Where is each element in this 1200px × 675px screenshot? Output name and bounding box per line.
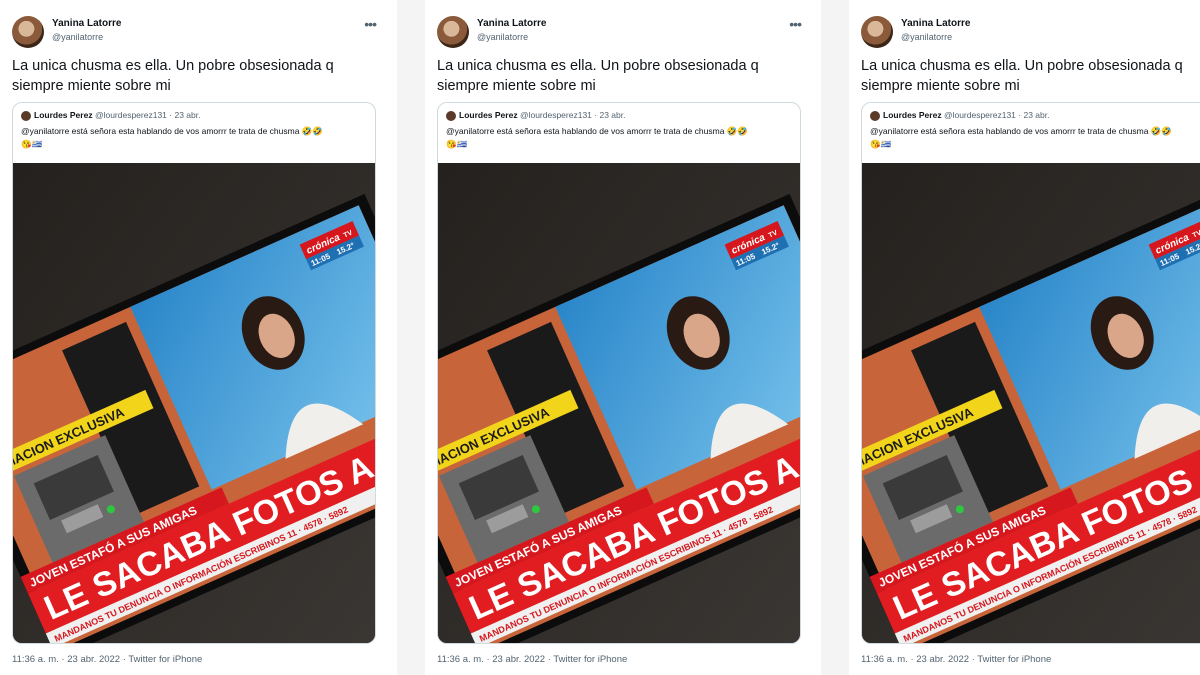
quoted-author-name: Lourdes Perez: [459, 110, 518, 120]
tweet-text-line: La unica chusma es ella. Un pobre obsesi…: [437, 58, 759, 74]
quoted-author-avatar: [446, 110, 456, 121]
tweet-text-line: La unica chusma es ella. Un pobre obsesi…: [12, 58, 334, 74]
author-avatar[interactable]: [437, 16, 469, 48]
ellipsis-icon[interactable]: •••: [789, 16, 802, 32]
quoted-author-name: Lourdes Perez: [34, 110, 93, 120]
author-name[interactable]: Yanina Latorre: [52, 18, 121, 29]
tweet-text: La unica chusma es ella. Un pobre obsesi…: [437, 56, 802, 96]
tweet-text-line: siempre miente sobre mi: [12, 78, 171, 94]
tweet-text-line: siempre miente sobre mi: [861, 78, 1020, 94]
tweet-panel: Yanina Latorre @yanilatorre ••• La unica…: [425, 0, 820, 675]
tweet-panel: Yanina Latorre @yanilatorre La unica chu…: [849, 0, 1200, 675]
ellipsis-icon[interactable]: •••: [364, 16, 377, 32]
tweet-header: Yanina Latorre @yanilatorre: [861, 14, 1200, 50]
tweet-header: Yanina Latorre @yanilatorre •••: [12, 14, 384, 50]
author-handle[interactable]: @yanilatorre: [477, 32, 528, 42]
quoted-tweet-header: Lourdes Perez @lourdesperez131 · 23 abr.: [446, 110, 625, 124]
tweet-text: La unica chusma es ella. Un pobre obsesi…: [12, 56, 377, 96]
tweet-text: La unica chusma es ella. Un pobre obsesi…: [861, 56, 1200, 96]
quoted-tweet-header: Lourdes Perez @lourdesperez131 · 23 abr.: [870, 110, 1049, 124]
tweet-timestamp[interactable]: 11:36 a. m. · 23 abr. 2022 · Twitter for…: [861, 654, 1051, 665]
quoted-tweet-text: @yanilatorre está señora esta hablando d…: [21, 125, 371, 151]
tweet-text-line: La unica chusma es ella. Un pobre obsesi…: [861, 58, 1183, 74]
quoted-author-avatar: [870, 110, 880, 121]
author-name[interactable]: Yanina Latorre: [901, 18, 970, 29]
quoted-text-line: 😘🇺🇾: [870, 139, 892, 149]
quoted-text-line: 😘🇺🇾: [21, 139, 43, 149]
quoted-text-line: @yanilatorre está señora esta hablando d…: [446, 126, 748, 136]
quoted-tweet[interactable]: Lourdes Perez @lourdesperez131 · 23 abr.…: [12, 102, 376, 644]
quoted-author-avatar: [21, 110, 31, 121]
quoted-text-line: @yanilatorre está señora esta hablando d…: [870, 126, 1172, 136]
tv-photo[interactable]: crónica TV 11:05 15.2° FORMACION EXCLUSI…: [438, 163, 800, 643]
quoted-author-handle: @lourdesperez131: [94, 110, 167, 120]
quoted-tweet[interactable]: Lourdes Perez @lourdesperez131 · 23 abr.…: [437, 102, 801, 644]
author-avatar[interactable]: [12, 16, 44, 48]
author-avatar[interactable]: [861, 16, 893, 48]
tweet-header: Yanina Latorre @yanilatorre •••: [437, 14, 809, 50]
quoted-date: · 23 abr.: [594, 110, 626, 120]
quoted-tweet-header: Lourdes Perez @lourdesperez131 · 23 abr.: [21, 110, 200, 124]
tweet-timestamp[interactable]: 11:36 a. m. · 23 abr. 2022 · Twitter for…: [437, 654, 627, 665]
quoted-text-line: 😘🇺🇾: [446, 139, 468, 149]
author-name[interactable]: Yanina Latorre: [477, 18, 546, 29]
tv-photo-illustration: crónica TV 11:05 15.2° FORMACION EXCLUSI…: [13, 163, 375, 643]
tv-photo-illustration: crónica TV 11:05 15.2° FORMACION EXCLUSI…: [862, 163, 1200, 643]
author-handle[interactable]: @yanilatorre: [52, 32, 103, 42]
quoted-tweet[interactable]: Lourdes Perez @lourdesperez131 · 23 abr.…: [861, 102, 1200, 644]
author-handle[interactable]: @yanilatorre: [901, 32, 952, 42]
panel-gutter: [821, 0, 849, 675]
quoted-author-name: Lourdes Perez: [883, 110, 942, 120]
quoted-text-line: @yanilatorre está señora esta hablando d…: [21, 126, 323, 136]
panel-gutter: [397, 0, 425, 675]
tv-photo-illustration: crónica TV 11:05 15.2° FORMACION EXCLUSI…: [438, 163, 800, 643]
quoted-author-handle: @lourdesperez131: [519, 110, 592, 120]
tweet-timestamp[interactable]: 11:36 a. m. · 23 abr. 2022 · Twitter for…: [12, 654, 202, 665]
quoted-date: · 23 abr.: [1018, 110, 1050, 120]
tv-photo[interactable]: crónica TV 11:05 15.2° FORMACION EXCLUSI…: [13, 163, 375, 643]
tweet-panel: Yanina Latorre @yanilatorre ••• La unica…: [0, 0, 395, 675]
quoted-author-handle: @lourdesperez131: [943, 110, 1016, 120]
quoted-tweet-text: @yanilatorre está señora esta hablando d…: [446, 125, 796, 151]
quoted-date: · 23 abr.: [169, 110, 201, 120]
tweet-text-line: siempre miente sobre mi: [437, 78, 596, 94]
tv-photo[interactable]: crónica TV 11:05 15.2° FORMACION EXCLUSI…: [862, 163, 1200, 643]
quoted-tweet-text: @yanilatorre está señora esta hablando d…: [870, 125, 1200, 151]
